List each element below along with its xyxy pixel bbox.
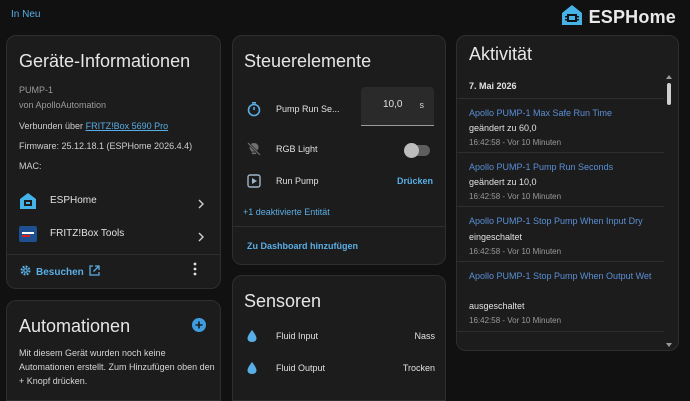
chevron-right-icon [196, 196, 206, 209]
sensor-row-fluid-output[interactable]: Fluid Output Trocken [233, 356, 445, 382]
esphome-logo-icon [561, 4, 583, 31]
timer-icon [246, 101, 262, 117]
device-manufacturer: von ApolloAutomation [19, 100, 107, 110]
plus-circle-icon[interactable] [192, 318, 206, 332]
sensors-card: Sensoren Fluid Input Nass Fluid Output T… [232, 275, 446, 401]
open-in-new-icon [88, 264, 101, 280]
activity-time: 16:42:58 - Vor 10 Minuten [469, 316, 562, 325]
fritzbox-icon [18, 224, 38, 244]
connected-link[interactable]: FRITZ!Box 5690 Pro [86, 121, 169, 131]
disabled-entities-link[interactable]: +1 deaktivierte Entität [243, 207, 330, 217]
activity-item: Apollo PUMP-1 Pump Run Seconds geändert … [457, 152, 664, 206]
scroll-down-arrow[interactable] [666, 343, 672, 347]
nav-row-esphome[interactable]: ESPHome [7, 185, 220, 217]
nav-row-fritzbox-tools[interactable]: FRITZ!Box Tools [7, 218, 220, 250]
activity-entity-link[interactable]: Apollo PUMP-1 Pump Run Seconds [469, 160, 657, 174]
rgb-light-row: RGB Light [233, 135, 445, 165]
sensor-value: Trocken [402, 363, 435, 373]
pump-run-seconds-value: 10,0 [383, 99, 403, 110]
lightbulb-off-icon [246, 141, 262, 157]
pump-run-seconds-row: Pump Run Se... 10,0 s [233, 87, 445, 126]
device-info-title: Geräte-Informationen [19, 51, 191, 71]
rgb-light-label: RGB Light [276, 144, 318, 154]
activity-entity-link[interactable]: Apollo PUMP-1 Max Safe Run Time [469, 106, 657, 120]
nav-row-label: ESPHome [50, 195, 97, 206]
water-drop-icon [246, 329, 258, 343]
activity-item: Apollo PUMP-1 Stop Pump When Output Wet … [457, 261, 664, 331]
visit-label: Besuchen [36, 266, 84, 278]
activity-state: geändert zu 60,0 [469, 123, 537, 133]
water-drop-icon [246, 361, 258, 375]
pump-run-seconds-label: Pump Run Se... [276, 104, 340, 114]
visit-button[interactable]: Besuchen [19, 264, 101, 280]
dots-vertical-icon[interactable] [192, 262, 198, 276]
cog-icon [19, 264, 32, 280]
activity-card: Aktivität 7. Mai 2026 Apollo PUMP-1 Max … [456, 35, 679, 351]
rgb-light-toggle[interactable] [404, 143, 430, 158]
connected-via: Verbunden über FRITZ!Box 5690 Pro [19, 121, 168, 131]
chevron-right-icon [196, 229, 206, 242]
sensor-label: Fluid Input [276, 331, 319, 341]
back-link[interactable]: In Neu [11, 9, 40, 20]
device-info-card: Geräte-Informationen PUMP-1 von ApolloAu… [6, 35, 221, 289]
sensor-label: Fluid Output [276, 363, 326, 373]
sensor-row-fluid-input[interactable]: Fluid Input Nass [233, 324, 445, 350]
activity-time: 16:42:58 - Vor 10 Minuten [469, 192, 562, 201]
activity-item [457, 331, 664, 350]
run-pump-press-button[interactable]: Drücken [397, 176, 433, 186]
activity-state: ausgeschaltet [469, 301, 525, 311]
sensor-value: Nass [414, 331, 435, 341]
add-to-dashboard-button[interactable]: Zu Dashboard hinzufügen [247, 241, 358, 251]
nav-row-label: FRITZ!Box Tools [50, 228, 125, 239]
automations-card: Automationen Mit diesem Gerät wurden noc… [6, 300, 221, 401]
divider [7, 254, 220, 255]
activity-list: Apollo PUMP-1 Max Safe Run Time geändert… [457, 98, 664, 350]
activity-date: 7. Mai 2026 [469, 81, 517, 91]
scroll-up-arrow[interactable] [666, 75, 672, 79]
activity-title: Aktivität [469, 44, 533, 64]
esphome-icon [18, 191, 38, 211]
pump-run-seconds-unit: s [419, 100, 425, 110]
firmware-info: Firmware: 25.12.18.1 (ESPHome 2026.4.4) [19, 141, 193, 151]
activity-scrollbar[interactable] [664, 75, 674, 350]
activity-item: Apollo PUMP-1 Stop Pump When Input Dry e… [457, 206, 664, 261]
activity-state: geändert zu 10,0 [469, 177, 537, 187]
mac-label: MAC: [19, 161, 42, 171]
automations-title: Automationen [19, 316, 131, 336]
top-bar: In Neu ESPHome [0, 0, 690, 30]
sensors-title: Sensoren [244, 291, 322, 311]
controls-title: Steuerelemente [244, 51, 372, 71]
run-pump-icon [246, 173, 262, 189]
device-name: PUMP-1 [19, 85, 54, 95]
brand-title: ESPHome [588, 7, 676, 27]
automations-empty-text: Mit diesem Gerät wurden noch keine Autom… [19, 348, 215, 386]
divider [233, 226, 445, 227]
scroll-thumb[interactable] [667, 83, 671, 105]
connected-prefix: Verbunden über [19, 121, 84, 131]
activity-time: 16:42:58 - Vor 10 Minuten [469, 247, 562, 256]
activity-entity-link[interactable]: Apollo PUMP-1 Stop Pump When Input Dry [469, 214, 657, 228]
activity-state: eingeschaltet [469, 232, 523, 242]
activity-time: 16:42:58 - Vor 10 Minuten [469, 138, 562, 147]
activity-entity-link[interactable]: Apollo PUMP-1 Stop Pump When Output Wet [469, 269, 657, 283]
toggle-knob [404, 143, 419, 158]
brand: ESPHome [561, 4, 676, 31]
run-pump-row: Run Pump Drücken [233, 167, 445, 197]
activity-item: Apollo PUMP-1 Max Safe Run Time geändert… [457, 98, 664, 152]
run-pump-label: Run Pump [276, 176, 319, 186]
pump-run-seconds-input[interactable]: 10,0 s [361, 87, 434, 126]
controls-card: Steuerelemente Pump Run Se... 10,0 s RGB… [232, 35, 446, 265]
